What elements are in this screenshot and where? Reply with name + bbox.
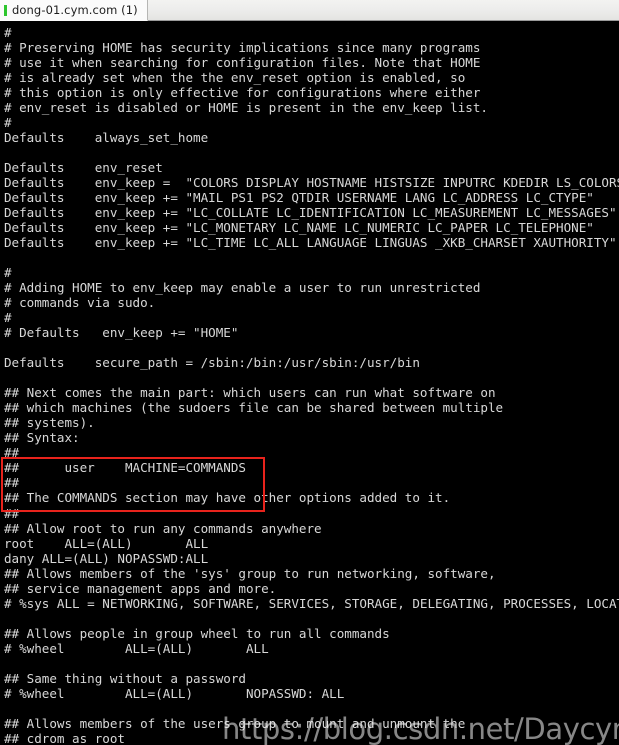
terminal-line: # this option is only effective for conf… bbox=[4, 85, 481, 101]
terminal-line: ## Allows members of the 'sys' group to … bbox=[4, 565, 496, 581]
terminal-line: ## cdrom as root bbox=[4, 730, 125, 745]
terminal-line: # env_reset is disabled or HOME is prese… bbox=[4, 100, 488, 116]
terminal-line: # commands via sudo. bbox=[4, 295, 156, 311]
terminal-line: ## Allow root to run any commands anywhe… bbox=[4, 520, 322, 536]
terminal-line: Defaults env_keep += "MAIL PS1 PS2 QTDIR… bbox=[4, 190, 594, 206]
terminal-line: # %sys ALL = NETWORKING, SOFTWARE, SERVI… bbox=[4, 595, 619, 611]
terminal-line: # %wheel ALL=(ALL) ALL bbox=[4, 640, 269, 656]
terminal-line: Defaults always_set_home bbox=[4, 130, 209, 146]
terminal-line: # bbox=[4, 115, 12, 131]
tab-bar: dong-01.cym.com (1) bbox=[0, 0, 619, 21]
terminal-line: ## Syntax: bbox=[4, 430, 80, 446]
terminal-line: # use it when searching for configuratio… bbox=[4, 55, 481, 71]
terminal-line: # Defaults env_keep += "HOME" bbox=[4, 325, 239, 341]
terminal-line: # bbox=[4, 310, 12, 326]
terminal-line: ## Allows people in group wheel to run a… bbox=[4, 625, 390, 641]
terminal-line: ## The COMMANDS section may have other o… bbox=[4, 490, 451, 506]
terminal-line: # Preserving HOME has security implicati… bbox=[4, 40, 481, 56]
terminal-window: dong-01.cym.com (1) # # Preserving HOME h… bbox=[0, 0, 619, 745]
tab-label: dong-01.cym.com (1) bbox=[12, 3, 138, 17]
terminal-line: # bbox=[4, 265, 12, 281]
terminal-line: Defaults env_keep = "COLORS DISPLAY HOST… bbox=[4, 175, 619, 191]
terminal-line: ## service management apps and more. bbox=[4, 580, 277, 596]
terminal-text-lines: # # Preserving HOME has security implicat… bbox=[4, 25, 619, 745]
terminal-line: Defaults env_reset bbox=[4, 160, 163, 176]
terminal-line: # bbox=[4, 25, 12, 40]
tab-dong-01[interactable]: dong-01.cym.com (1) bbox=[0, 0, 148, 21]
terminal-line: ## Next comes the main part: which users… bbox=[4, 385, 496, 401]
terminal-line: # is already set when the the env_reset … bbox=[4, 70, 466, 86]
terminal-line: ## which machines (the sudoers file can … bbox=[4, 400, 504, 416]
terminal-line: ## bbox=[4, 505, 20, 521]
terminal-line: ## bbox=[4, 445, 20, 461]
terminal-output[interactable]: # # Preserving HOME has security implicat… bbox=[0, 21, 619, 745]
terminal-line: Defaults env_keep += "LC_COLLATE LC_IDEN… bbox=[4, 205, 617, 221]
terminal-line: dany ALL=(ALL) NOPASSWD:ALL bbox=[4, 550, 209, 566]
terminal-line: root ALL=(ALL) ALL bbox=[4, 535, 209, 551]
terminal-line: Defaults env_keep += "LC_MONETARY LC_NAM… bbox=[4, 220, 594, 236]
connection-status-icon bbox=[4, 4, 7, 16]
terminal-line: ## user MACHINE=COMMANDS bbox=[4, 460, 246, 476]
terminal-line: # %wheel ALL=(ALL) NOPASSWD: ALL bbox=[4, 685, 345, 701]
terminal-line: ## Allows members of the users group to … bbox=[4, 715, 466, 731]
terminal-line: Defaults env_keep += "LC_TIME LC_ALL LAN… bbox=[4, 235, 617, 251]
terminal-line: ## Same thing without a password bbox=[4, 670, 246, 686]
terminal-line: ## bbox=[4, 475, 20, 491]
terminal-line: Defaults secure_path = /sbin:/bin:/usr/s… bbox=[4, 355, 420, 371]
terminal-line: ## systems). bbox=[4, 415, 95, 431]
terminal-line: # Adding HOME to env_keep may enable a u… bbox=[4, 280, 481, 296]
